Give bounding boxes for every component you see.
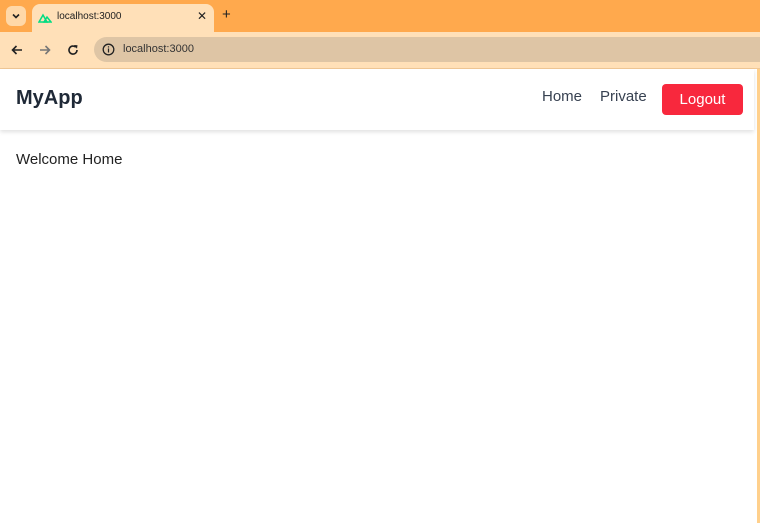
browser-tab[interactable]: localhost:3000 ✕ <box>32 4 214 32</box>
nav-link-private[interactable]: Private <box>600 88 647 105</box>
back-arrow-icon <box>11 45 22 55</box>
welcome-message: Welcome Home <box>16 151 123 168</box>
tab-title: localhost:3000 <box>57 11 122 22</box>
tab-close-button[interactable]: ✕ <box>197 9 207 23</box>
forward-arrow-icon <box>40 45 51 55</box>
site-info-icon[interactable] <box>102 43 115 56</box>
app-navbar: MyApp Home Private Logout <box>0 69 754 130</box>
browser-toolbar: localhost:3000 <box>0 32 760 69</box>
address-bar[interactable]: localhost:3000 <box>94 37 760 62</box>
reload-button[interactable] <box>64 41 82 59</box>
nuxt-favicon-icon <box>38 13 52 23</box>
back-button[interactable] <box>8 41 26 59</box>
logout-button[interactable]: Logout <box>662 84 743 115</box>
app-page: MyApp Home Private Logout Welcome Home <box>0 69 760 523</box>
tab-search-button[interactable] <box>6 6 26 26</box>
reload-icon <box>68 45 78 55</box>
address-url[interactable]: localhost:3000 <box>123 43 194 55</box>
chevron-down-icon <box>12 13 20 19</box>
browser-tab-strip: localhost:3000 ✕ + <box>0 0 760 32</box>
forward-button[interactable] <box>36 41 54 59</box>
new-tab-button[interactable]: + <box>222 7 231 23</box>
brand-logo[interactable]: MyApp <box>16 87 83 110</box>
nav-link-home[interactable]: Home <box>542 88 582 105</box>
